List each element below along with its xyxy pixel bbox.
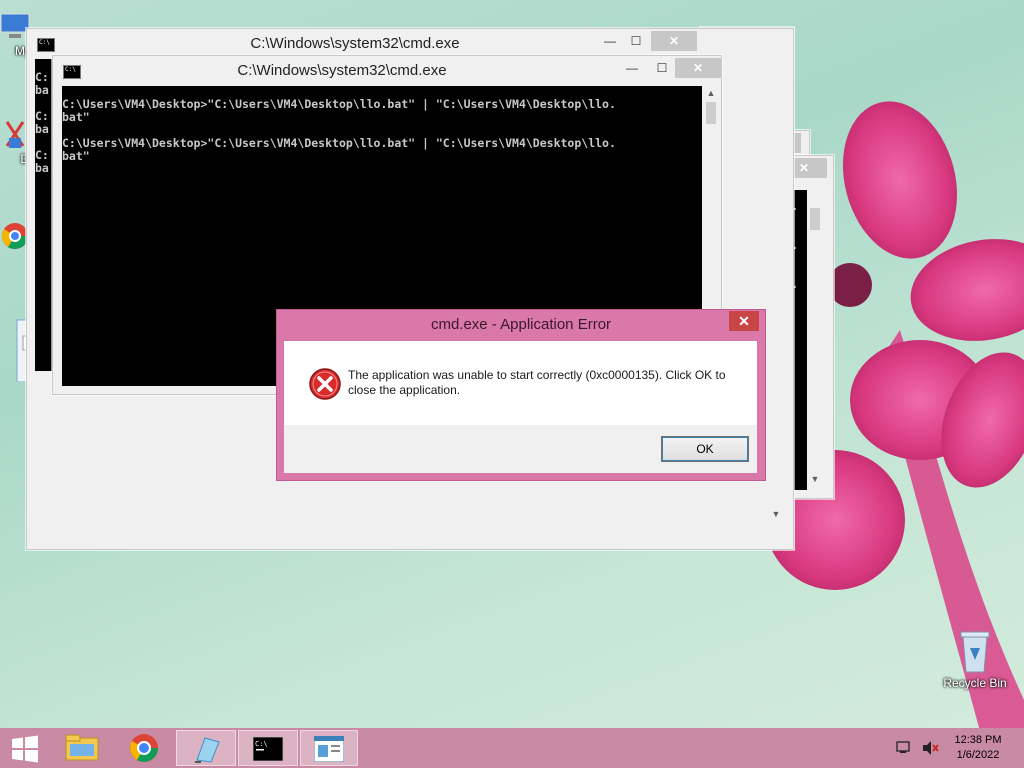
taskbar-chrome[interactable] bbox=[118, 730, 170, 766]
scrollbar-thumb[interactable] bbox=[810, 208, 820, 230]
desktop-icon-label: Recycle Bin bbox=[943, 676, 1007, 690]
cmd-icon: C:\ bbox=[253, 737, 283, 761]
tray-network-icon-wrap[interactable] bbox=[896, 740, 914, 756]
recycle-bin-icon bbox=[960, 631, 990, 673]
close-button[interactable]: ✕ bbox=[651, 31, 697, 51]
desktop-icon-recycle-bin[interactable]: Recycle Bin bbox=[938, 630, 1012, 690]
console-scrollbar[interactable]: ▼ bbox=[807, 190, 823, 490]
error-message: The application was unable to start corr… bbox=[348, 368, 726, 397]
scroll-down-arrow[interactable]: ▼ bbox=[767, 509, 785, 523]
scrollbar-thumb[interactable] bbox=[706, 102, 716, 124]
start-button[interactable] bbox=[0, 730, 48, 766]
dialog-message-area: The application was unable to start corr… bbox=[284, 341, 757, 425]
tray-volume-icon-wrap[interactable] bbox=[922, 740, 940, 756]
svg-text:C:\: C:\ bbox=[255, 740, 268, 748]
console-scrollbar[interactable]: ▼ bbox=[767, 499, 785, 539]
notepad-icon bbox=[195, 737, 220, 763]
close-button[interactable]: ✕ bbox=[675, 58, 721, 78]
dialog-body: The application was unable to start corr… bbox=[284, 341, 757, 473]
scroll-down-arrow[interactable]: ▼ bbox=[807, 474, 823, 488]
minimize-button[interactable]: — bbox=[619, 58, 645, 78]
ok-button[interactable]: OK bbox=[661, 436, 749, 462]
application-error-dialog[interactable]: cmd.exe - Application Error ✕ The applic… bbox=[276, 309, 766, 481]
maximize-button[interactable]: ☐ bbox=[623, 31, 649, 51]
chrome-icon bbox=[130, 734, 158, 762]
window-app-icon bbox=[314, 736, 344, 762]
taskbar-cmd[interactable]: C:\ bbox=[238, 730, 298, 766]
minimize-button[interactable]: — bbox=[597, 31, 623, 51]
error-icon bbox=[309, 368, 341, 400]
scroll-up-arrow[interactable]: ▲ bbox=[703, 88, 719, 102]
window-title: C:\Windows\system32\cmd.exe bbox=[250, 35, 460, 52]
volume-muted-icon bbox=[923, 741, 939, 755]
taskbar-file-explorer[interactable] bbox=[56, 730, 108, 766]
taskbar-app-window[interactable] bbox=[300, 730, 358, 766]
network-icon bbox=[896, 741, 910, 753]
dialog-close-button[interactable]: ✕ bbox=[729, 311, 759, 331]
window-title: C:\Windows\system32\cmd.exe bbox=[237, 62, 447, 79]
taskbar: C:\ 12:38 PM 1/6/2022 bbox=[0, 728, 1024, 768]
taskbar-notepad[interactable] bbox=[176, 730, 236, 766]
maximize-button[interactable]: ☐ bbox=[649, 58, 675, 78]
windows-logo-icon bbox=[12, 735, 38, 763]
taskbar-clock[interactable]: 12:38 PM 1/6/2022 bbox=[948, 733, 1008, 763]
clock-time: 12:38 PM bbox=[954, 734, 1002, 746]
folder-icon bbox=[65, 734, 99, 761]
dialog-title: cmd.exe - Application Error bbox=[430, 316, 612, 333]
clock-date: 1/6/2022 bbox=[956, 749, 1000, 761]
